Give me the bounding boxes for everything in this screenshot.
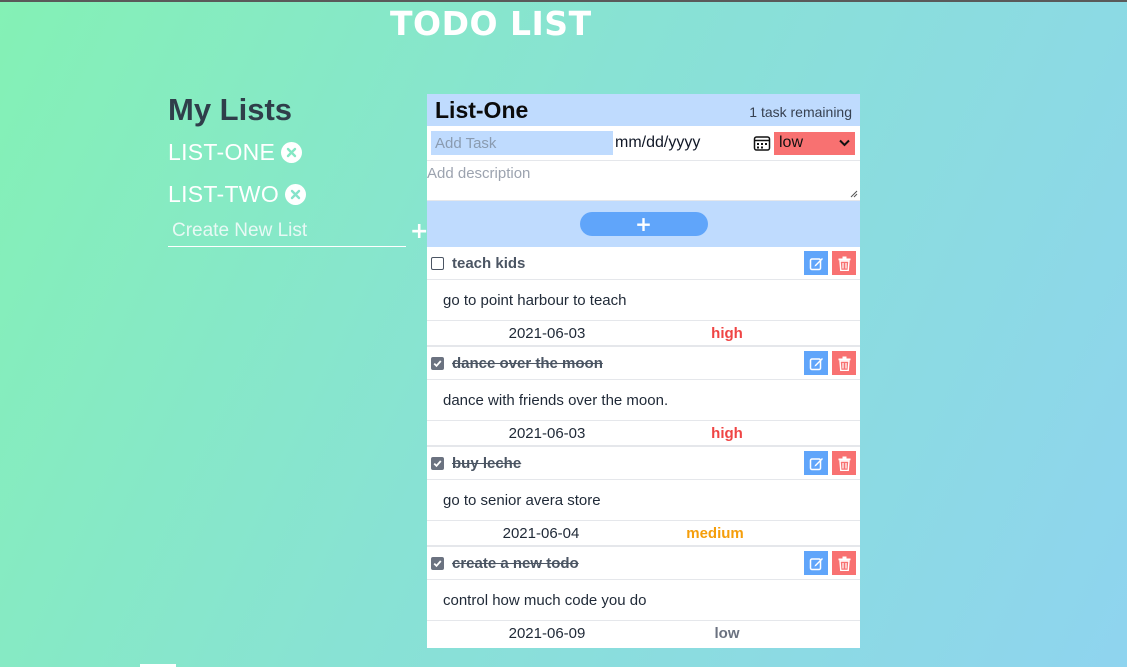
todo-item: teach kids go to point harbour to teach … xyxy=(427,247,860,347)
list-title: List-One xyxy=(435,97,529,123)
trash-icon xyxy=(838,456,850,471)
todo-checkbox[interactable] xyxy=(431,556,444,570)
edit-icon xyxy=(809,357,823,370)
add-task-form: mm/dd/yyyy low xyxy=(427,126,860,161)
panel-header: List-One 1 task remaining xyxy=(427,94,860,126)
todo-date: 2021-06-09 xyxy=(508,624,586,642)
sidebar: My Lists LIST-ONE LIST-TWO + xyxy=(168,90,428,247)
todo-checkbox[interactable] xyxy=(431,456,444,470)
todo-checkbox[interactable] xyxy=(431,356,444,370)
checkmark-icon xyxy=(433,459,442,467)
todo-meta: 2021-06-03 high xyxy=(427,321,860,345)
close-circle-icon[interactable] xyxy=(281,141,303,163)
todo-description: control how much code you do xyxy=(427,580,860,621)
resize-handle-icon[interactable] xyxy=(850,190,858,198)
checkmark-icon xyxy=(433,359,442,367)
todo-meta: 2021-06-04 medium xyxy=(427,521,860,545)
add-task-bar: + xyxy=(427,201,860,247)
trash-icon xyxy=(838,256,850,271)
checkmark-icon xyxy=(433,559,442,567)
todo-description: go to point harbour to teach xyxy=(427,280,860,321)
todo-date: 2021-06-04 xyxy=(502,524,580,542)
priority-value: low xyxy=(779,134,804,151)
trash-icon xyxy=(838,356,850,371)
todo-priority: high xyxy=(711,424,743,442)
todo-item: create a new todo control how much code … xyxy=(427,547,860,645)
edit-button[interactable] xyxy=(804,351,828,375)
date-placeholder: mm/dd/yyyy xyxy=(615,134,701,151)
delete-button[interactable] xyxy=(832,551,856,575)
sidebar-title: My Lists xyxy=(168,92,293,127)
window-top-border xyxy=(0,0,1127,2)
date-input[interactable]: mm/dd/yyyy xyxy=(615,131,771,155)
todo-title: dance over the moon xyxy=(452,354,603,372)
todo-item: dance over the moon dance with friends o… xyxy=(427,347,860,447)
description-placeholder: Add description xyxy=(427,165,531,182)
todo-date: 2021-06-03 xyxy=(508,424,586,442)
calendar-icon[interactable] xyxy=(753,134,771,152)
todo-header: teach kids xyxy=(427,247,860,280)
add-task-button[interactable]: + xyxy=(579,212,708,236)
close-circle-icon[interactable] xyxy=(285,183,307,205)
sidebar-item-list-one[interactable]: LIST-ONE xyxy=(168,132,428,172)
edit-icon xyxy=(809,257,823,270)
app-title: TODO LIST xyxy=(390,4,592,43)
todo-description: go to senior avera store xyxy=(427,480,860,521)
edit-icon xyxy=(809,457,823,470)
edit-button[interactable] xyxy=(804,251,828,275)
trash-icon xyxy=(838,556,850,571)
sidebar-item-label[interactable]: LIST-TWO xyxy=(168,181,279,208)
todo-priority: medium xyxy=(686,524,744,542)
sidebar-item-list-two[interactable]: LIST-TWO xyxy=(168,174,428,214)
priority-select[interactable]: low xyxy=(774,131,855,155)
todo-header: buy leche xyxy=(427,447,860,480)
delete-button[interactable] xyxy=(832,251,856,275)
todo-priority: high xyxy=(711,324,743,342)
description-field[interactable]: Add description xyxy=(427,161,860,201)
edit-icon xyxy=(809,557,823,570)
todo-title: buy leche xyxy=(452,454,522,472)
sidebar-item-label[interactable]: LIST-ONE xyxy=(168,139,275,166)
todo-checkbox[interactable] xyxy=(431,256,444,270)
todo-description: dance with friends over the moon. xyxy=(427,380,860,421)
todo-item: buy leche go to senior avera store 2021-… xyxy=(427,447,860,547)
todo-meta: 2021-06-03 high xyxy=(427,421,860,445)
todo-header: dance over the moon xyxy=(427,347,860,380)
todo-title: teach kids xyxy=(452,254,526,272)
tasks-remaining: 1 task remaining xyxy=(749,104,852,120)
edit-button[interactable] xyxy=(804,551,828,575)
edit-button[interactable] xyxy=(804,451,828,475)
todo-header: create a new todo xyxy=(427,547,860,580)
todo-date: 2021-06-03 xyxy=(508,324,586,342)
todo-panel: List-One 1 task remaining mm/dd/yyyy low… xyxy=(427,94,860,648)
new-list-form: + xyxy=(168,216,428,247)
delete-button[interactable] xyxy=(832,351,856,375)
new-list-input[interactable] xyxy=(168,216,406,247)
todo-meta: 2021-06-09 low xyxy=(427,621,860,645)
todo-priority: low xyxy=(714,624,740,642)
todo-title: create a new todo xyxy=(452,554,579,572)
chevron-down-icon xyxy=(839,139,850,147)
task-input[interactable] xyxy=(431,131,613,155)
add-list-button[interactable]: + xyxy=(410,220,428,242)
delete-button[interactable] xyxy=(832,451,856,475)
